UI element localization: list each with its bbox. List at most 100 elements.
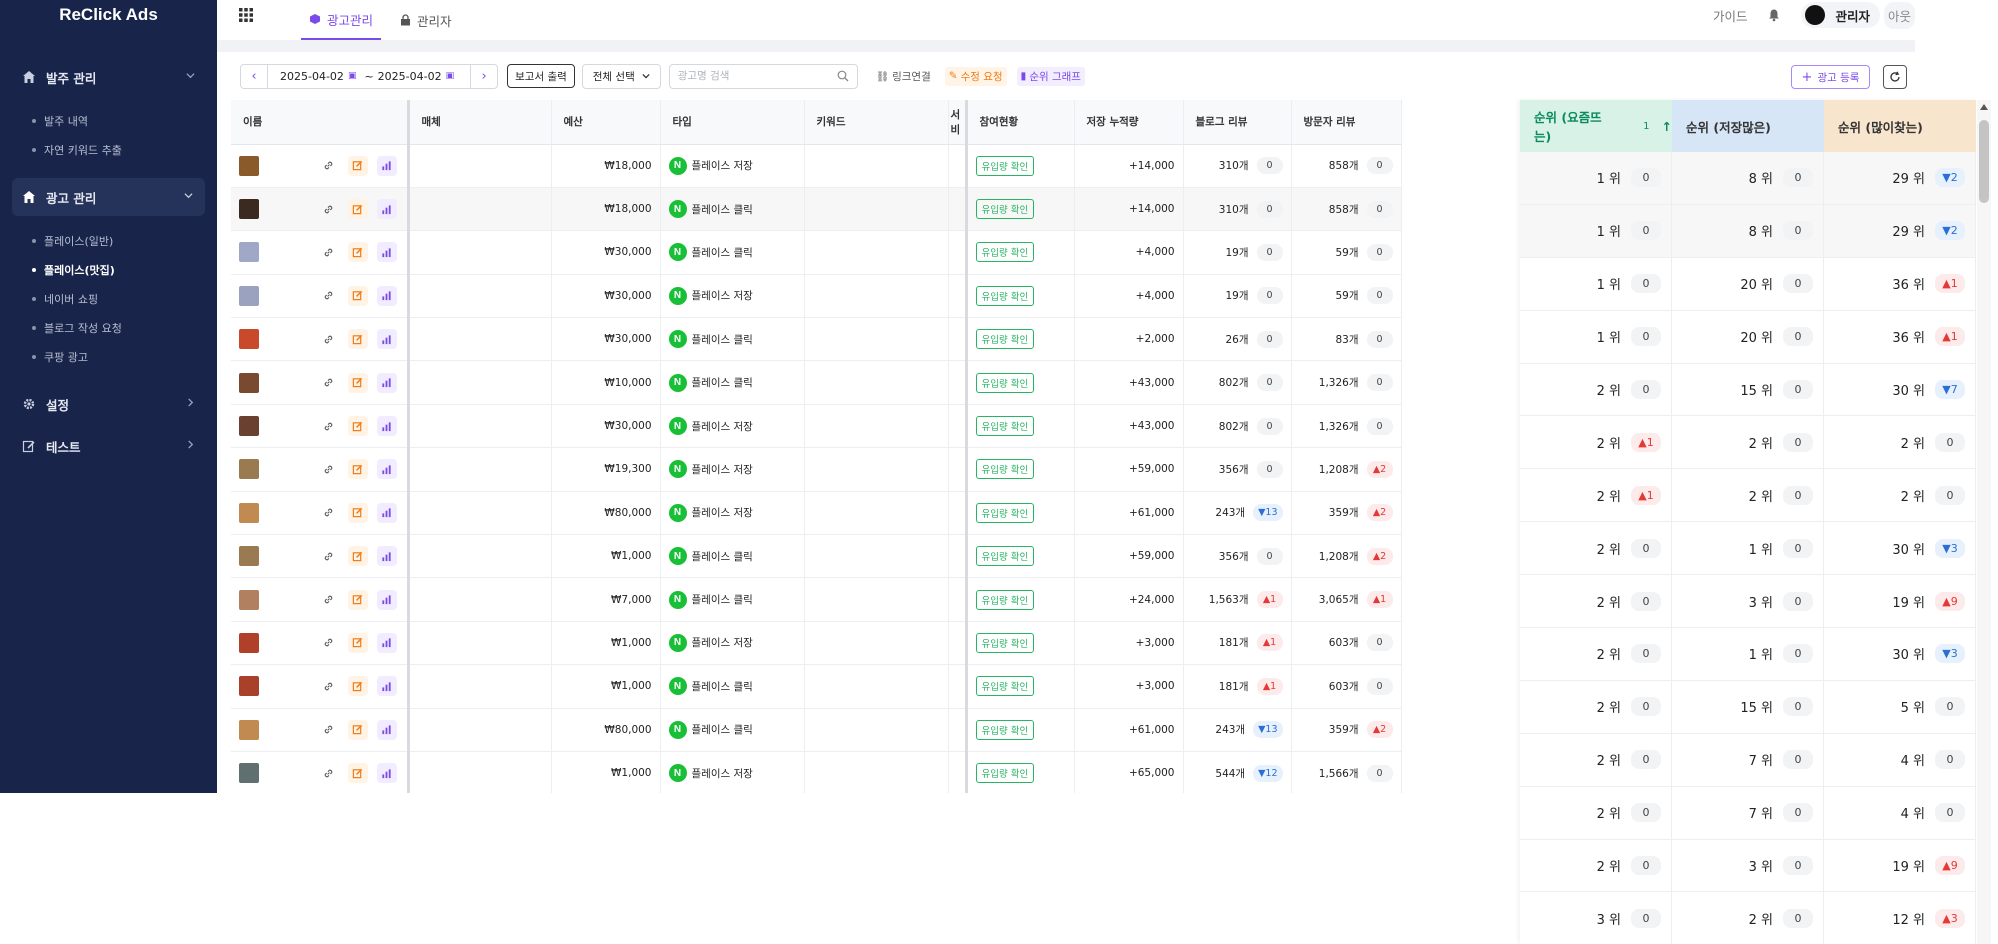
ad-thumbnail[interactable] — [239, 285, 259, 306]
edit-request-filter[interactable]: ✎ 수정 요청 — [944, 66, 1007, 86]
col-visitor-reviews[interactable]: 방문자 리뷰 — [1291, 100, 1402, 145]
tab-ad-management[interactable]: 광고관리 — [301, 0, 382, 40]
ad-thumbnail[interactable] — [239, 546, 259, 567]
inflow-check-button[interactable]: 유입량 확인 — [975, 285, 1035, 306]
inflow-check-button[interactable]: 유입량 확인 — [975, 155, 1035, 176]
inflow-check-button[interactable]: 유입량 확인 — [975, 459, 1035, 480]
edit-icon[interactable] — [347, 242, 368, 263]
edit-icon[interactable] — [347, 589, 368, 610]
link-icon[interactable] — [319, 676, 339, 696]
next-date-button[interactable]: › — [471, 65, 497, 88]
col-saves[interactable]: 저장 누적량 — [1074, 100, 1184, 145]
sidebar-item-order-history[interactable]: 발주 내역 — [0, 106, 217, 135]
link-icon[interactable] — [319, 546, 339, 566]
table-row[interactable]: ₩80,000 N 플레이스 클릭 유입량 확인 +61,000 243개 ▼13 359개 ▲… — [231, 708, 1402, 752]
bar-chart-icon[interactable] — [376, 242, 397, 263]
sidebar-item-place-general[interactable]: 플레이스(일반) — [0, 226, 217, 255]
bar-chart-icon[interactable] — [376, 546, 397, 567]
bar-chart-icon[interactable] — [376, 155, 397, 176]
col-rank-trending[interactable]: 순위 (요즘뜨는) 1 ↑ — [1520, 100, 1672, 152]
link-icon[interactable] — [319, 416, 339, 436]
col-keyword[interactable]: 키워드 — [804, 100, 949, 145]
ad-thumbnail[interactable] — [239, 719, 259, 740]
edit-icon[interactable] — [347, 285, 368, 306]
table-row[interactable]: ₩30,000 N 플레이스 저장 유입량 확인 +43,000 802개 0 1,326개 0 — [231, 404, 1402, 449]
link-icon[interactable] — [319, 763, 339, 783]
table-row[interactable]: ₩18,000 N 플레이스 클릭 유입량 확인 +14,000 310개 0 858개 0 — [231, 187, 1402, 232]
sidebar-item-place-restaurant[interactable]: 플레이스(맛집) — [0, 255, 217, 284]
ad-thumbnail[interactable] — [239, 329, 259, 350]
sidebar-item-test[interactable]: 테스트 — [0, 427, 217, 465]
link-connect-filter[interactable]: ⛓ 링크연결 — [872, 67, 935, 86]
col-type[interactable]: 타입 — [660, 100, 805, 145]
inflow-check-button[interactable]: 유입량 확인 — [975, 242, 1035, 263]
edit-icon[interactable] — [347, 676, 368, 697]
ad-thumbnail[interactable] — [239, 763, 259, 784]
link-icon[interactable] — [319, 633, 339, 653]
app-grid-icon[interactable] — [238, 7, 254, 23]
edit-icon[interactable] — [347, 459, 368, 480]
col-rank-saves[interactable]: 순위 (저장많은) — [1672, 100, 1824, 152]
prev-date-button[interactable]: ‹ — [241, 65, 267, 88]
bar-chart-icon[interactable] — [376, 329, 397, 350]
brand-logo[interactable]: ReClick Ads — [0, 0, 217, 30]
table-row[interactable]: ₩1,000 N 플레이스 클릭 유입량 확인 +3,000 181개 ▲1 603개 0 — [231, 664, 1402, 709]
inflow-check-button[interactable]: 유입량 확인 — [975, 676, 1035, 697]
scrollbar[interactable] — [1977, 100, 1991, 944]
inflow-check-button[interactable]: 유입량 확인 — [975, 416, 1035, 437]
bar-chart-icon[interactable] — [376, 589, 397, 610]
link-icon[interactable] — [319, 199, 339, 219]
edit-icon[interactable] — [347, 502, 368, 523]
refresh-button[interactable] — [1883, 65, 1907, 89]
edit-icon[interactable] — [347, 763, 368, 784]
bar-chart-icon[interactable] — [376, 459, 397, 480]
bar-chart-icon[interactable] — [376, 502, 397, 523]
inflow-check-button[interactable]: 유입량 확인 — [975, 632, 1035, 653]
col-media[interactable]: 매체 — [408, 100, 552, 145]
col-name[interactable]: 이름 — [231, 100, 410, 145]
rank-graph-filter[interactable]: ▮ 순위 그래프 — [1016, 66, 1085, 86]
ad-thumbnail[interactable] — [239, 416, 259, 437]
link-icon[interactable] — [319, 459, 339, 479]
table-row[interactable]: ₩18,000 N 플레이스 저장 유입량 확인 +14,000 310개 0 858개 0 — [231, 144, 1402, 188]
sidebar-item-order-management[interactable]: 발주 관리 — [0, 58, 217, 96]
table-row[interactable]: ₩30,000 N 플레이스 클릭 유입량 확인 +2,000 26개 0 83개 0 — [231, 317, 1402, 362]
bar-chart-icon[interactable] — [376, 372, 397, 393]
select-all-dropdown[interactable]: 전체 선택 — [581, 63, 661, 89]
user-profile[interactable]: 관리자 — [1801, 2, 1880, 28]
inflow-check-button[interactable]: 유입량 확인 — [975, 589, 1035, 610]
date-range[interactable]: 2025-04-02 ▣ ~ 2025-04-02 ▣ — [267, 64, 472, 88]
logout-button[interactable]: 아웃 — [1883, 1, 1915, 29]
col-service[interactable]: 서비 — [948, 100, 968, 145]
edit-icon[interactable] — [347, 416, 368, 437]
edit-icon[interactable] — [347, 546, 368, 567]
link-icon[interactable] — [319, 720, 339, 740]
edit-icon[interactable] — [347, 372, 368, 393]
ad-thumbnail[interactable] — [239, 676, 259, 697]
inflow-check-button[interactable]: 유입량 확인 — [975, 329, 1035, 350]
inflow-check-button[interactable]: 유입량 확인 — [975, 719, 1035, 740]
ad-thumbnail[interactable] — [239, 502, 259, 523]
table-row[interactable]: ₩1,000 N 플레이스 저장 유입량 확인 +65,000 544개 ▼12 1,566개… — [231, 751, 1402, 793]
link-icon[interactable] — [319, 373, 339, 393]
bar-chart-icon[interactable] — [376, 416, 397, 437]
table-row[interactable]: ₩1,000 N 플레이스 클릭 유입량 확인 +59,000 356개 0 1,208개 ▲2 — [231, 534, 1402, 579]
bell-icon[interactable] — [1767, 8, 1781, 22]
link-icon[interactable] — [319, 329, 339, 349]
sidebar-item-naver-shopping[interactable]: 네이버 쇼핑 — [0, 284, 217, 313]
col-budget[interactable]: 예산 — [551, 100, 661, 145]
edit-icon[interactable] — [347, 719, 368, 740]
link-icon[interactable] — [319, 156, 339, 176]
link-icon[interactable] — [319, 590, 339, 610]
sidebar-item-blog-request[interactable]: 블로그 작성 요청 — [0, 313, 217, 342]
inflow-check-button[interactable]: 유입량 확인 — [975, 763, 1035, 784]
edit-icon[interactable] — [347, 155, 368, 176]
ad-thumbnail[interactable] — [239, 155, 259, 176]
bar-chart-icon[interactable] — [376, 676, 397, 697]
ad-thumbnail[interactable] — [239, 372, 259, 393]
bar-chart-icon[interactable] — [376, 199, 397, 220]
sort-asc-icon[interactable]: ↑ — [1662, 119, 1672, 134]
ad-thumbnail[interactable] — [239, 632, 259, 653]
table-row[interactable]: ₩30,000 N 플레이스 클릭 유입량 확인 +4,000 19개 0 59개 0 — [231, 230, 1402, 275]
search-input[interactable] — [677, 70, 828, 82]
